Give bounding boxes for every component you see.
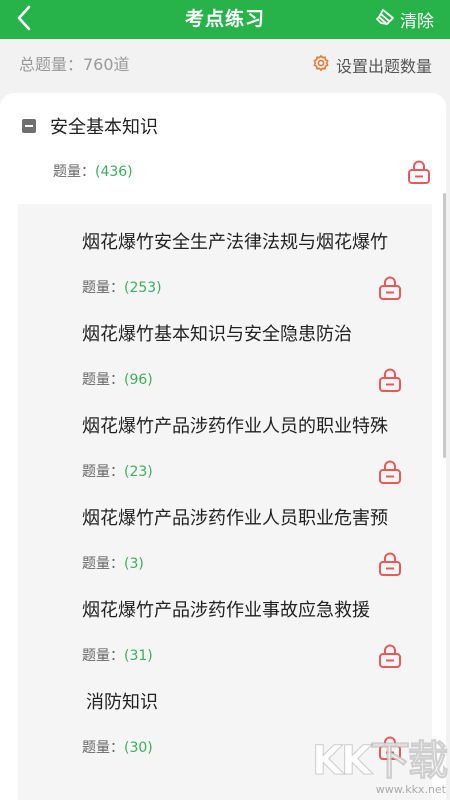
subcategory-list: 烟花爆竹安全生产法律法规与烟花爆竹 题量：(253) 烟花爆竹基本知识与安全隐患… [18,204,432,800]
item-question-count: 题量：(23) [82,462,153,482]
item-title: 烟花爆竹产品涉药作业事故应急救援 [82,600,370,621]
eraser-icon [376,8,396,31]
count-prefix: 题量： [53,164,95,180]
item-title: 烟花爆竹基本知识与安全隐患防治 [82,324,352,345]
item-question-count: 题量：(3) [82,554,144,574]
list-item[interactable]: 消防知识 题量：(30) [18,691,432,783]
list-item[interactable]: 烟花爆竹产品涉药作业人员的职业特殊 题量：(23) [18,415,432,507]
settings-label: 设置出题数量 [335,57,432,76]
item-question-count: 题量：(96) [82,370,153,390]
count-prefix: 题量： [82,372,124,388]
summary-bar: 总题量：760道 设置出题数量 [0,39,450,91]
set-question-count-button[interactable]: 设置出题数量 [312,39,432,91]
count-prefix: 题量： [82,280,124,296]
clear-button[interactable]: 清除 [376,0,434,39]
list-item[interactable]: 烟花爆竹基本知识与安全隐患防治 题量：(96) [18,323,432,415]
collapse-icon[interactable] [22,119,36,133]
count-value: (253) [124,280,162,296]
item-question-count: 题量：(31) [82,646,153,666]
count-prefix: 题量： [82,740,124,756]
gear-icon [312,54,330,76]
list-item[interactable]: 烟花爆竹安全生产法律法规与烟花爆竹 题量：(253) [18,231,432,323]
item-title: 烟花爆竹安全生产法律法规与烟花爆竹 [82,232,388,253]
count-value: (23) [124,464,153,480]
app-screen: 考点练习 清除 总题量：760道 设置出题数量 安全基本知识 题量：(436) … [0,0,450,800]
top-bar: 考点练习 清除 [0,0,450,39]
count-value: (436) [95,164,133,180]
count-prefix: 题量： [82,648,124,664]
lock-icon[interactable] [377,735,403,761]
item-title: 烟花爆竹产品涉药作业人员职业危害预 [82,508,388,529]
item-question-count: 题量：(30) [82,738,153,758]
lock-icon[interactable] [377,367,403,393]
count-prefix: 题量： [82,464,124,480]
total-question-count: 总题量：760道 [19,55,130,74]
lock-icon[interactable] [406,159,432,185]
scrollbar[interactable] [443,193,446,458]
item-title: 烟花爆竹产品涉药作业人员的职业特殊 [82,416,388,437]
item-question-count: 题量：(253) [82,278,162,298]
lock-icon[interactable] [377,551,403,577]
list-item[interactable]: 烟花爆竹产品涉药作业事故应急救援 题量：(31) [18,599,432,691]
category-title: 安全基本知识 [50,117,158,138]
lock-icon[interactable] [377,275,403,301]
category-header[interactable]: 安全基本知识 [22,113,158,139]
count-prefix: 题量： [82,556,124,572]
item-title: 消防知识 [86,692,158,713]
count-value: (31) [124,648,153,664]
count-value: (96) [124,372,153,388]
lock-icon[interactable] [377,643,403,669]
list-item[interactable]: 烟花爆竹产品涉药作业人员职业危害预 题量：(3) [18,507,432,599]
count-value: (3) [124,556,144,572]
category-question-count: 题量：(436) [53,161,133,181]
lock-icon[interactable] [377,459,403,485]
count-value: (30) [124,740,153,756]
clear-label: 清除 [400,12,434,32]
content-card: 安全基本知识 题量：(436) 烟花爆竹安全生产法律法规与烟花爆竹 题量：(25… [0,93,446,800]
